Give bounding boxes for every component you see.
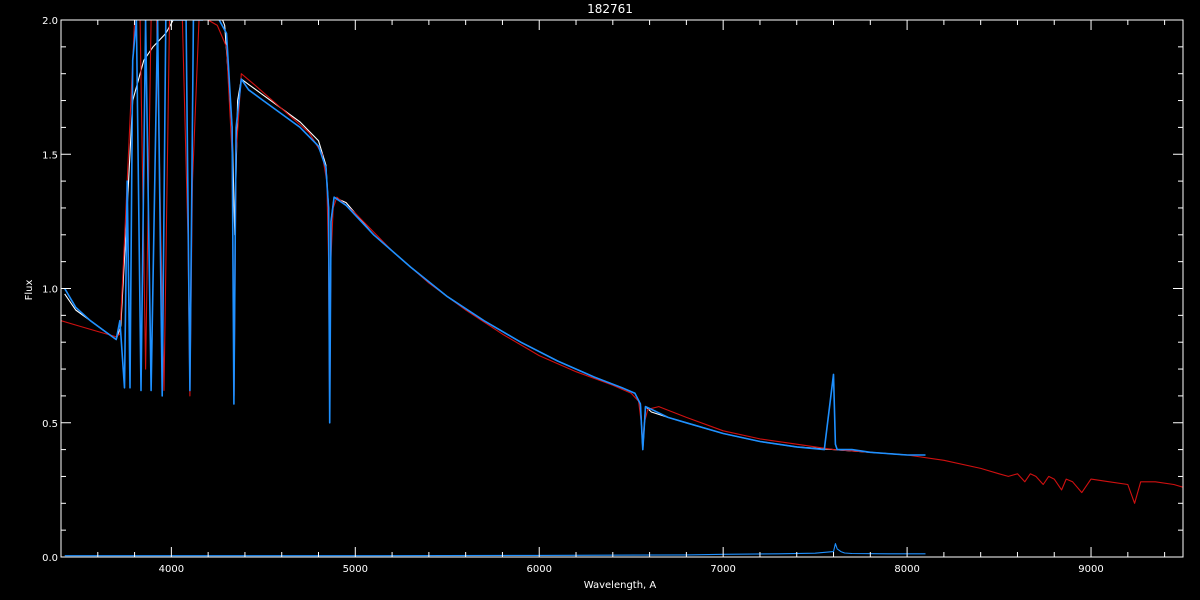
y-tick-label: 0.5 bbox=[42, 419, 58, 430]
series-line-fit bbox=[64, 20, 926, 456]
y-tick-label: 1.5 bbox=[42, 150, 58, 161]
axes-layer: 4000 5000 6000 7000 8000 9000 0.0 0.5 1.0 1.5 2.0 bbox=[42, 16, 1184, 575]
chart-title: 182761 bbox=[587, 2, 633, 16]
x-tick-label: 9000 bbox=[1078, 564, 1103, 575]
y-axis-label: Flux bbox=[24, 280, 35, 301]
x-tick-label: 8000 bbox=[894, 564, 919, 575]
y-tick-label: 1.0 bbox=[42, 285, 58, 296]
x-tick-label: 4000 bbox=[159, 564, 184, 575]
series-layer bbox=[61, 20, 1183, 557]
series-line-observed bbox=[64, 20, 926, 456]
y-tick-label: 2.0 bbox=[42, 16, 58, 27]
y-tick-label: 0.0 bbox=[42, 553, 58, 564]
x-tick-label: 6000 bbox=[527, 564, 552, 575]
x-tick-label: 7000 bbox=[710, 564, 735, 575]
x-axis-label: Wavelength, A bbox=[584, 580, 657, 591]
spectrum-plot: 182761 Wavelength, A Flux 4000 5000 6000 70… bbox=[24, 2, 1184, 591]
x-tick-label: 5000 bbox=[343, 564, 368, 575]
